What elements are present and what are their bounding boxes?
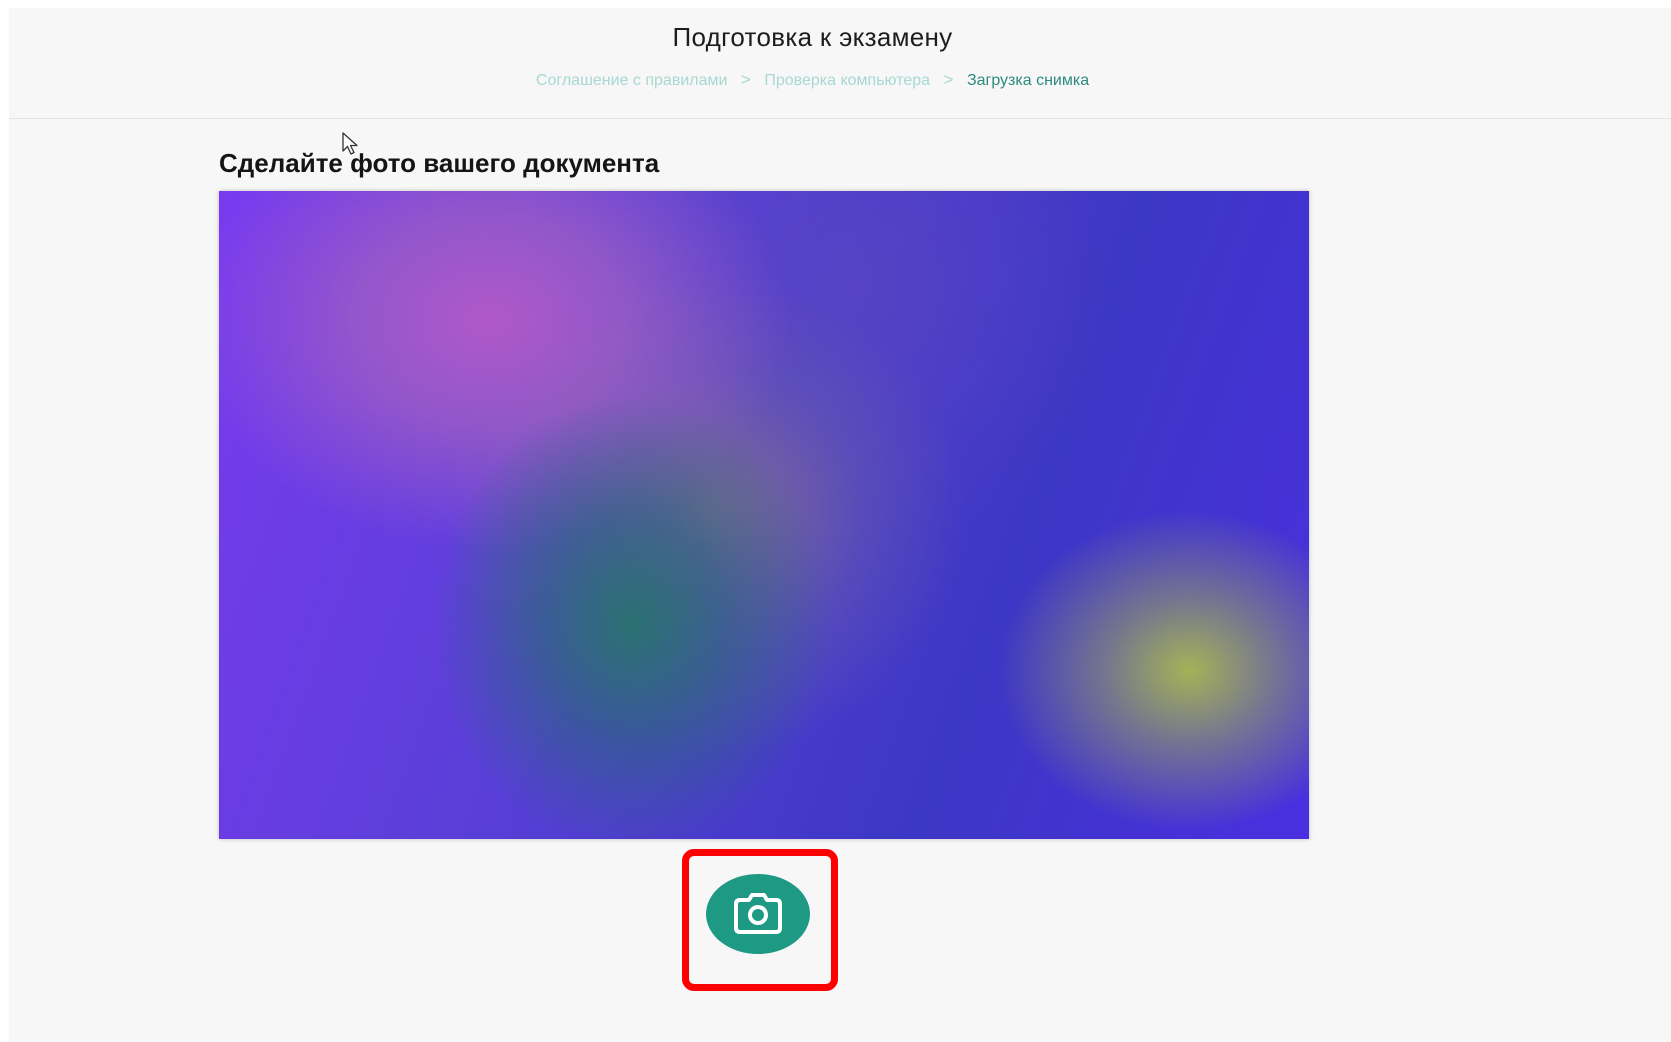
capture-photo-button[interactable] [706,874,810,954]
page-header: Подготовка к экзамену Соглашение с прави… [9,8,1671,119]
breadcrumb-item-computer-check[interactable]: Проверка компьютера [764,72,930,90]
breadcrumb: Соглашение с правилами > Проверка компью… [9,70,1616,90]
chevron-right-icon: > [740,70,751,89]
breadcrumb-item-photo-upload: Загрузка снимка [966,72,1090,89]
camera-icon [734,893,782,934]
camera-preview [219,191,1309,839]
chevron-right-icon: > [943,70,954,89]
exam-prep-page: Подготовка к экзамену Соглашение с прави… [9,8,1671,1042]
section-title: Сделайте фото вашего документа [219,148,660,178]
breadcrumb-item-rules-agreement[interactable]: Соглашение с правилами [536,72,728,90]
page-title: Подготовка к экзамену [672,22,953,52]
